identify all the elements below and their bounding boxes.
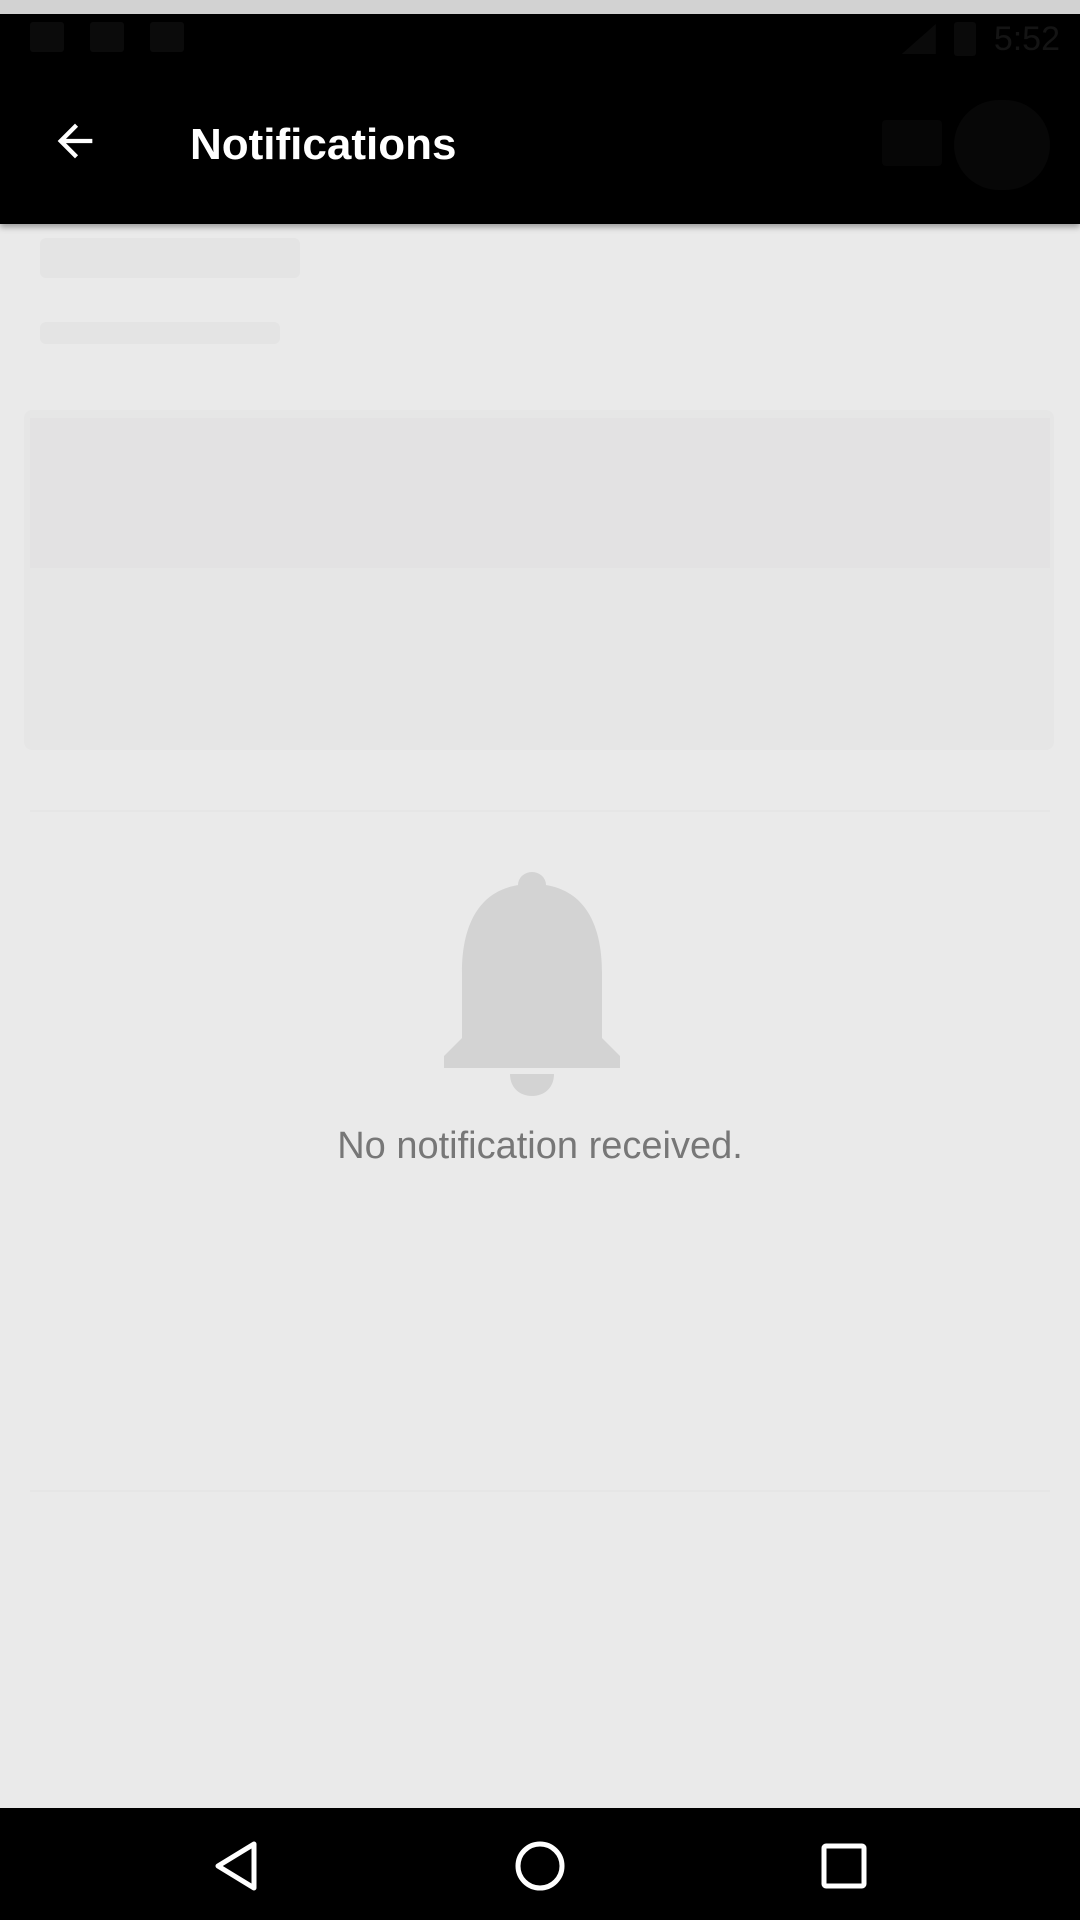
battery-icon — [953, 22, 976, 56]
sd-card-notification-icon — [90, 22, 124, 52]
empty-state-message: No notification received. — [337, 1125, 743, 1167]
signal-icon — [901, 24, 936, 54]
background-divider — [30, 810, 1050, 812]
status-icons-left — [30, 22, 184, 52]
empty-state: No notification received. — [0, 860, 1080, 1167]
page-title: Notifications — [190, 120, 457, 169]
nav-recents-button[interactable] — [812, 1834, 876, 1898]
bell-wrap — [0, 860, 1080, 1096]
notifications-screen: 5:52 Notifications No notification recei… — [0, 0, 1080, 1920]
background-header-block — [40, 238, 300, 278]
background-divider — [30, 1490, 1050, 1492]
arrow-back-icon — [57, 123, 93, 159]
background-card-banner — [30, 418, 1050, 568]
flag-notification-icon — [150, 22, 184, 52]
bell-icon — [444, 872, 620, 1096]
system-navigation-bar — [0, 1808, 1080, 1920]
gallery-notification-icon — [30, 22, 64, 52]
status-icons-right: 5:52 — [901, 16, 1060, 62]
status-clock: 5:52 — [993, 20, 1060, 58]
app-bar: Notifications — [0, 64, 1080, 224]
circle-home-icon — [515, 1841, 565, 1891]
background-subheader-block — [40, 322, 280, 344]
nav-back-button[interactable] — [204, 1834, 268, 1898]
back-button[interactable] — [38, 104, 112, 178]
triangle-back-icon — [215, 1841, 257, 1891]
top-strip — [0, 0, 1080, 14]
status-bar: 5:52 — [0, 14, 1080, 64]
background-action-icon — [882, 120, 942, 166]
nav-home-button[interactable] — [508, 1834, 572, 1898]
background-avatar — [954, 100, 1050, 190]
square-recents-icon — [821, 1843, 867, 1889]
